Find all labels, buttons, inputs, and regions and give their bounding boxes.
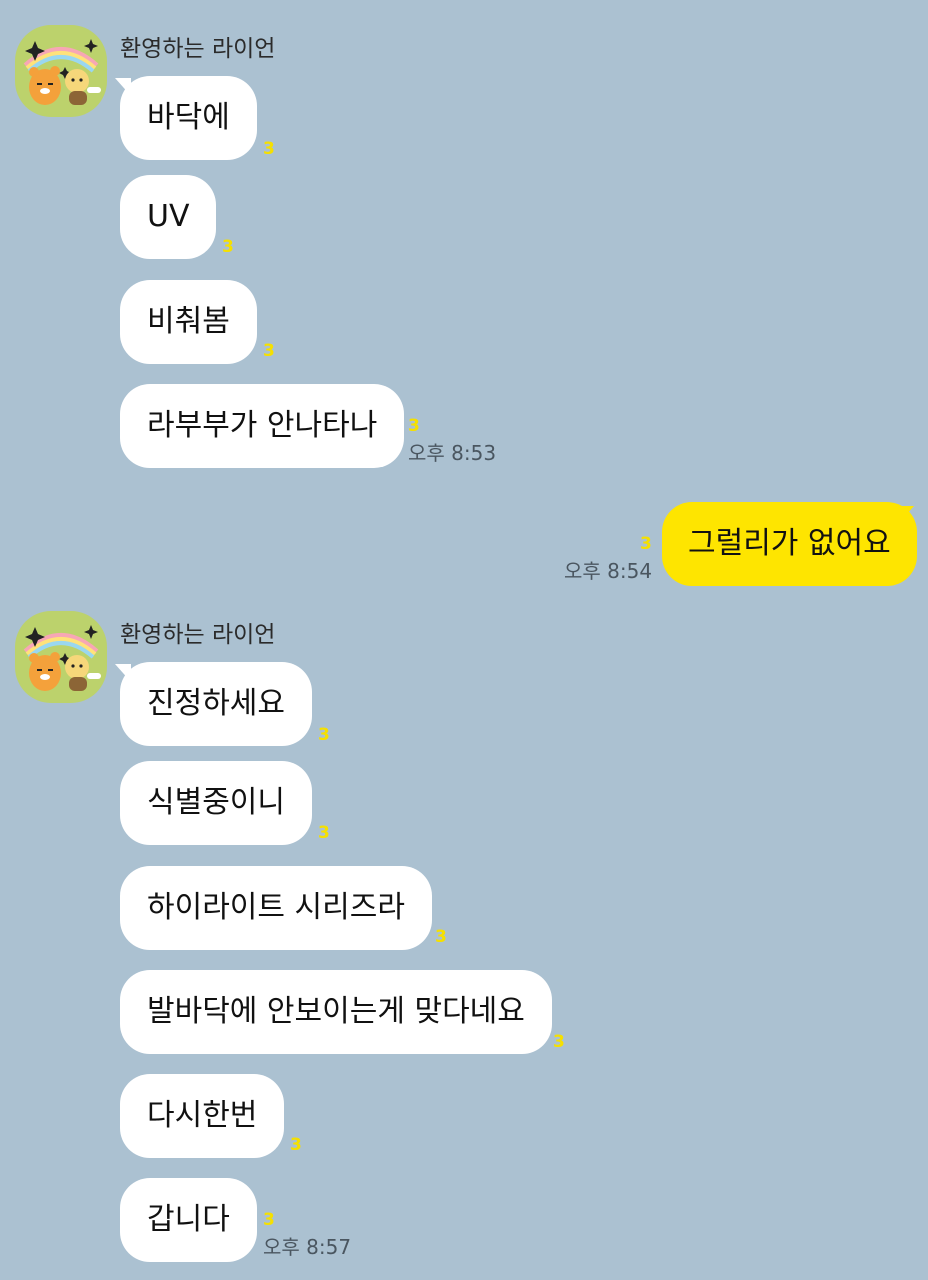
ryan-avatar-icon <box>23 625 101 691</box>
unread-count: 3 <box>222 237 234 257</box>
message-bubble[interactable]: 하이라이트 시리즈라 <box>120 866 432 950</box>
ryan-avatar-icon <box>23 39 101 105</box>
sender-name: 환영하는 라이언 <box>120 36 276 62</box>
unread-count: 3 <box>290 1135 302 1155</box>
unread-count: 3 <box>553 1032 565 1052</box>
message-bubble[interactable]: 갑니다 <box>120 1178 257 1262</box>
unread-count: 3 <box>263 1210 275 1230</box>
message-timestamp: 오후 8:57 <box>263 1235 352 1259</box>
message-bubble-outgoing[interactable]: 그럴리가 없어요 <box>662 502 917 586</box>
sender-avatar[interactable] <box>15 611 107 703</box>
message-bubble[interactable]: 비춰봄 <box>120 280 257 364</box>
unread-count: 3 <box>263 341 275 361</box>
message-bubble[interactable]: 다시한번 <box>120 1074 285 1158</box>
unread-count: 3 <box>435 927 447 947</box>
unread-count: 3 <box>640 534 652 554</box>
unread-count: 3 <box>408 416 420 436</box>
chat-message-list: 환영하는 라이언 바닥에 3 UV 3 비춰봄 3 라부부가 안나타나 3 오후… <box>0 0 928 1280</box>
message-timestamp: 오후 8:53 <box>408 441 497 465</box>
message-bubble[interactable]: 바닥에 <box>120 76 257 160</box>
message-bubble[interactable]: 발바닥에 안보이는게 맞다네요 <box>120 970 552 1054</box>
unread-count: 3 <box>318 823 330 843</box>
message-bubble[interactable]: 라부부가 안나타나 <box>120 384 405 468</box>
message-bubble[interactable]: UV <box>120 175 217 259</box>
message-timestamp: 오후 8:54 <box>564 559 653 583</box>
message-bubble[interactable]: 식별중이니 <box>120 761 312 845</box>
message-bubble[interactable]: 진정하세요 <box>120 662 312 746</box>
sender-name: 환영하는 라이언 <box>120 622 276 648</box>
unread-count: 3 <box>318 725 330 745</box>
unread-count: 3 <box>263 139 275 159</box>
sender-avatar[interactable] <box>15 25 107 117</box>
